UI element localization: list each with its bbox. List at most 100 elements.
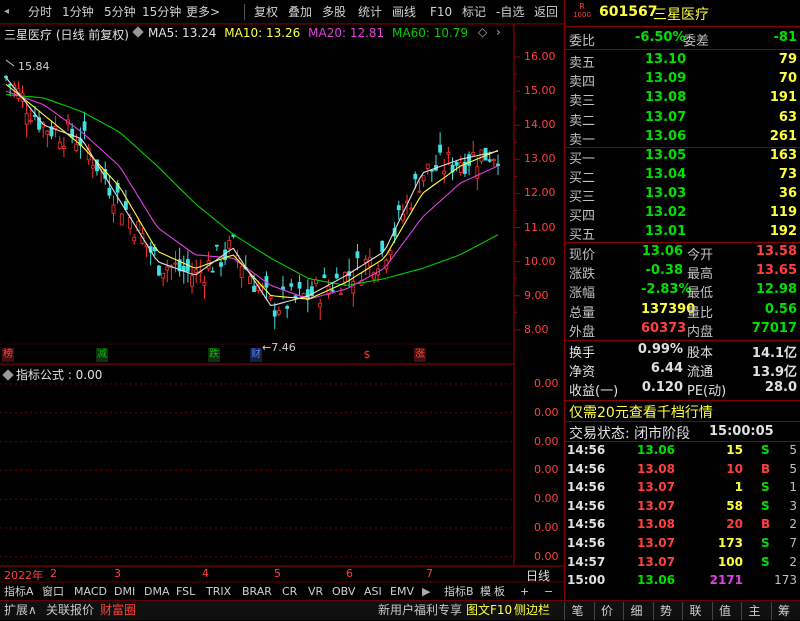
tab-indicator-a[interactable]: 指标A bbox=[4, 583, 34, 600]
tab-dma[interactable]: DMA bbox=[144, 583, 170, 600]
tick-price: 13.06 bbox=[637, 443, 675, 457]
tab-window[interactable]: 窗口 bbox=[42, 583, 64, 600]
tick-time: 15:00 bbox=[567, 573, 606, 588]
tab-cr[interactable]: CR bbox=[282, 583, 297, 600]
marker-rank[interactable]: 榜 bbox=[2, 348, 14, 362]
quote-tab[interactable]: 筹 bbox=[770, 602, 797, 620]
candle-body bbox=[421, 175, 426, 182]
toolbar-draw[interactable]: 画线 bbox=[392, 0, 416, 24]
related-quotes-button[interactable]: 关联报价 bbox=[46, 601, 94, 620]
candle-body bbox=[338, 293, 343, 296]
marker-fall[interactable]: 跌 bbox=[208, 348, 220, 362]
tab-board[interactable]: 板 bbox=[494, 583, 505, 600]
toolbar-1min[interactable]: 1分钟 bbox=[62, 0, 94, 24]
fund-label: 净资 bbox=[569, 365, 596, 381]
quote-tab[interactable]: 值 bbox=[711, 602, 738, 620]
toolbar-stats[interactable]: 统计 bbox=[358, 0, 382, 24]
toolbar-f10[interactable]: F10 bbox=[430, 0, 452, 24]
buy-level-label: 买四 bbox=[569, 209, 596, 224]
candle-body bbox=[194, 269, 199, 273]
marker-dollar[interactable]: $ bbox=[362, 348, 372, 362]
sell-level-volume: 63 bbox=[778, 109, 797, 125]
toolbar-15min[interactable]: 15分钟 bbox=[142, 0, 181, 24]
tab-dmi[interactable]: DMI bbox=[114, 583, 135, 600]
candle-body bbox=[487, 159, 492, 162]
tab-obv[interactable]: OBV bbox=[332, 583, 355, 600]
toolbar-mark[interactable]: 标记 bbox=[462, 0, 486, 24]
toolbar-adjust[interactable]: 复权 bbox=[254, 0, 278, 24]
buy-level-label: 买二 bbox=[569, 171, 596, 186]
period-label[interactable]: 日线 bbox=[526, 567, 550, 584]
candle-body bbox=[351, 280, 356, 294]
quote-tab[interactable]: 势 bbox=[652, 602, 679, 620]
tab-macd[interactable]: MACD bbox=[74, 583, 107, 600]
tab-fsl[interactable]: FSL bbox=[176, 583, 195, 600]
diamond-icon[interactable]: ◇ bbox=[478, 25, 487, 39]
new-user-benefit-link[interactable]: 新用户福利专享 bbox=[378, 601, 462, 620]
tick-count: 2 bbox=[789, 517, 797, 532]
sell-level-volume: 191 bbox=[769, 90, 797, 106]
tick-row: 14:56 13.06 15 S 5 bbox=[565, 443, 800, 461]
quote-tab[interactable]: 价 bbox=[593, 602, 620, 620]
candle-body bbox=[330, 289, 335, 292]
chevron-right-icon[interactable]: › bbox=[496, 25, 501, 39]
marker-rise[interactable]: 涨 bbox=[414, 348, 426, 362]
indicator-tick-label: 0.00 bbox=[534, 521, 559, 534]
candle-body bbox=[74, 143, 79, 151]
tab-trix[interactable]: TRIX bbox=[206, 583, 231, 600]
kline-chart[interactable]: 15.84 ←7.46 bbox=[0, 24, 564, 584]
tick-side: S bbox=[761, 498, 770, 513]
ma60-label: MA60: 10.79 bbox=[392, 26, 469, 40]
candle-body bbox=[367, 257, 372, 267]
toolbar-multi[interactable]: 多股 bbox=[322, 0, 346, 24]
quote-tab[interactable]: 联 bbox=[682, 602, 708, 620]
tick-volume: 2171 bbox=[709, 573, 743, 588]
tick-count: 3 bbox=[789, 498, 797, 513]
candle-body bbox=[388, 250, 393, 256]
quote-tab[interactable]: 笔 bbox=[564, 602, 590, 620]
tab-brar[interactable]: BRAR bbox=[242, 583, 272, 600]
f10-button[interactable]: 图文F10 bbox=[466, 601, 512, 620]
marker-reduce[interactable]: 减 bbox=[96, 348, 108, 362]
stat-value: 13.06 bbox=[641, 244, 683, 259]
tick-count: 7 bbox=[789, 536, 797, 550]
candle-body bbox=[318, 302, 323, 308]
buy-level-volume: 192 bbox=[769, 224, 797, 239]
indicator-settings-icon[interactable] bbox=[2, 369, 14, 381]
toolbar-overlay[interactable]: 叠加 bbox=[288, 0, 312, 24]
fund-value: 0.99% bbox=[637, 342, 683, 357]
candle-body bbox=[454, 161, 459, 166]
toolbar-more[interactable]: 更多> bbox=[186, 0, 220, 24]
tick-row: 14:56 13.08 20 B 2 bbox=[565, 517, 800, 535]
tab-vr[interactable]: VR bbox=[308, 583, 323, 600]
tab-template[interactable]: 模 bbox=[480, 583, 491, 600]
wealth-circle-button[interactable]: 财富圈 bbox=[100, 601, 136, 620]
collapse-icon[interactable]: ◂ bbox=[4, 0, 16, 24]
sell-level-volume: 70 bbox=[778, 71, 797, 87]
fund-value: 28.0 bbox=[764, 380, 797, 396]
candle-body bbox=[438, 144, 443, 153]
tab-scroll-right-icon[interactable]: ▶ bbox=[422, 583, 430, 600]
toolbar-5min[interactable]: 5分钟 bbox=[104, 0, 136, 24]
ma60-line bbox=[5, 93, 499, 286]
sidebar-button[interactable]: 侧边栏 bbox=[514, 601, 550, 620]
date-label-feb: 2 bbox=[50, 567, 57, 580]
indicator-label: 指标公式 : 0.00 bbox=[16, 368, 103, 382]
tab-asi[interactable]: ASI bbox=[364, 583, 382, 600]
weibi-value: -6.50% bbox=[635, 30, 686, 45]
zoom-in-icon[interactable]: + bbox=[520, 583, 529, 600]
candle-body bbox=[165, 266, 170, 271]
toolbar-watchlist[interactable]: -自选 bbox=[496, 0, 524, 24]
tab-emv[interactable]: EMV bbox=[390, 583, 414, 600]
promo-link[interactable]: 仅需20元查看千档行情 bbox=[569, 402, 713, 422]
quote-tab[interactable]: 细 bbox=[623, 602, 649, 620]
candle-body bbox=[355, 251, 360, 259]
price-tick-label: 14.00 bbox=[524, 118, 556, 132]
toolbar-intraday[interactable]: 分时 bbox=[28, 0, 52, 24]
expand-button[interactable]: 扩展∧ bbox=[4, 601, 37, 620]
toolbar-back[interactable]: 返回 bbox=[534, 0, 558, 24]
marker-finance[interactable]: 财 bbox=[250, 348, 262, 362]
quote-tab[interactable]: 主 bbox=[741, 602, 767, 620]
zoom-out-icon[interactable]: − bbox=[544, 583, 553, 600]
tab-indicator-b[interactable]: 指标B bbox=[444, 583, 474, 600]
